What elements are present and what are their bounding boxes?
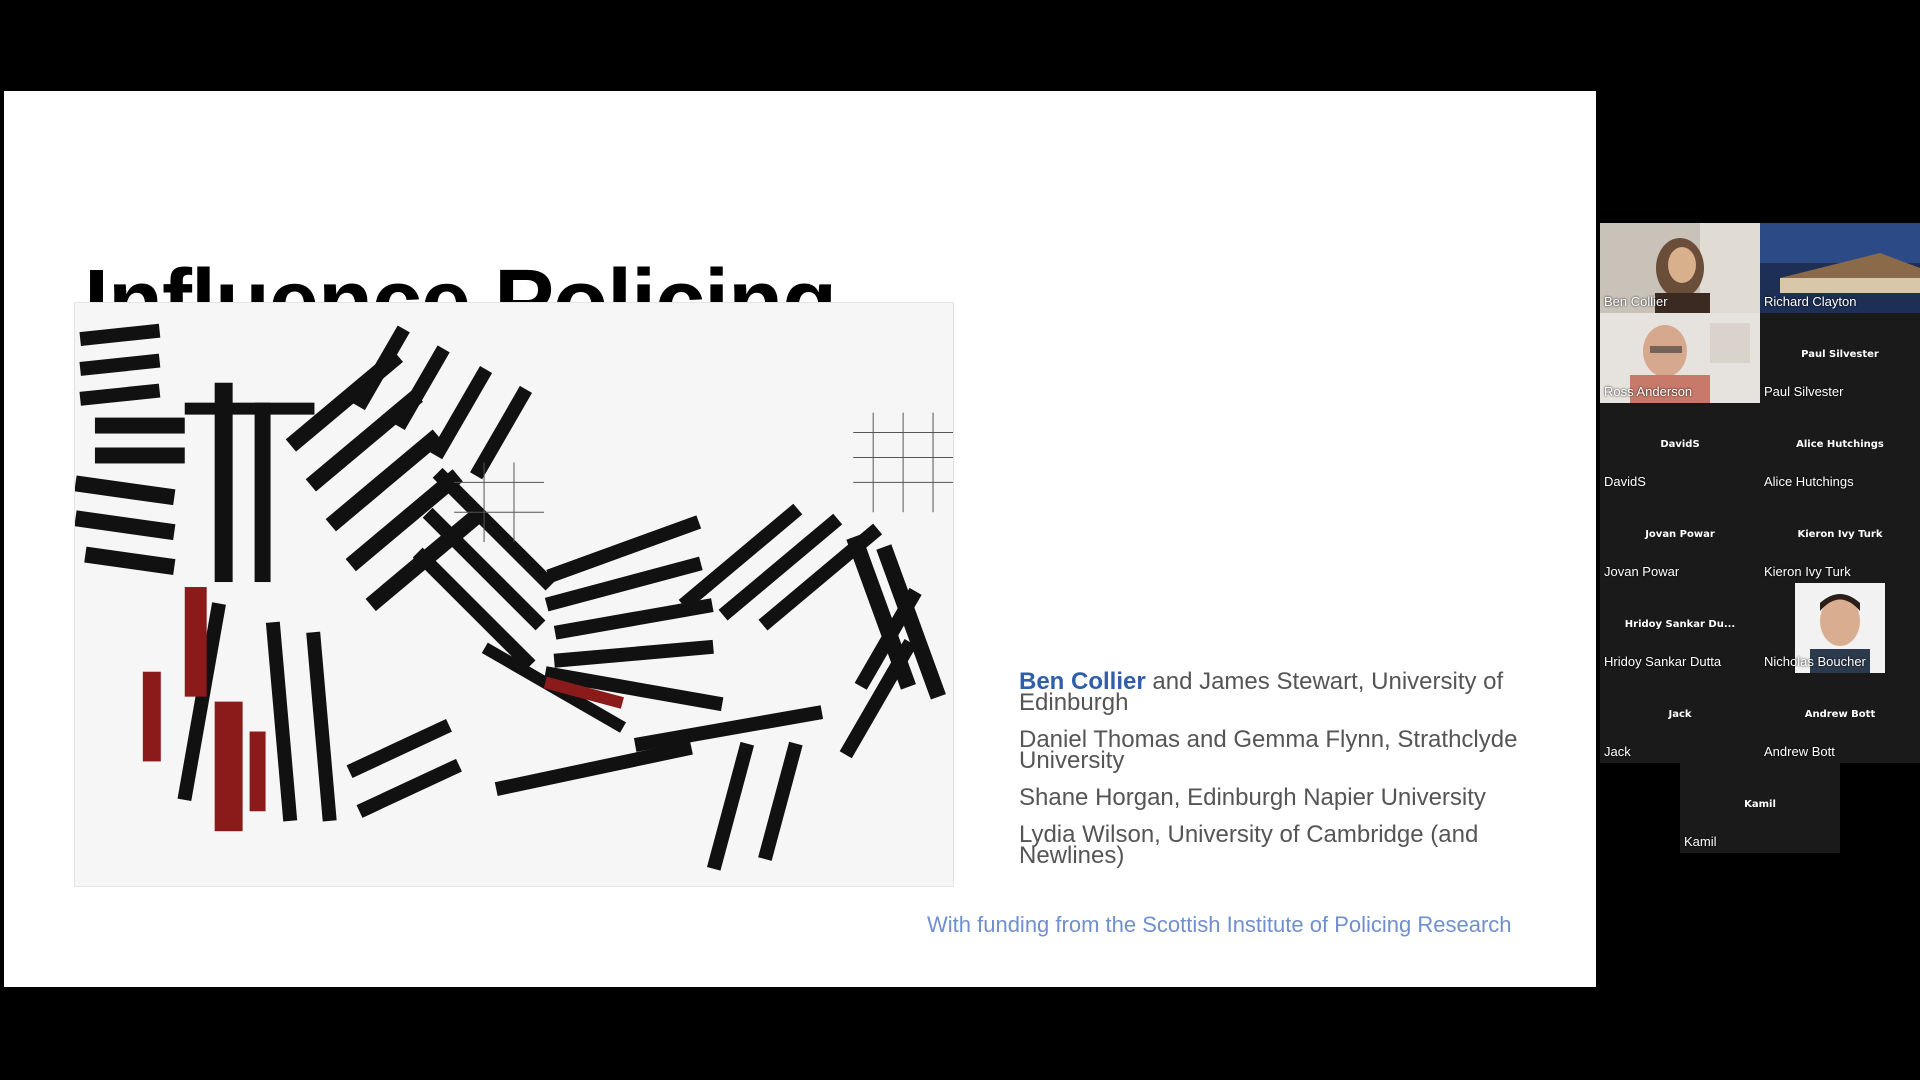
dazzle-artwork-image — [74, 302, 954, 887]
participant-tile-nicholas-boucher[interactable]: Nicholas Boucher — [1760, 583, 1920, 673]
participant-name: Ross Anderson — [1604, 384, 1693, 399]
credit-line: Ben Collier and James Stewart, Universit… — [1019, 670, 1539, 715]
participant-name: Andrew Bott — [1764, 744, 1835, 759]
credits-block: Ben Collier and James Stewart, Universit… — [1019, 670, 1539, 882]
participant-tile-hridoy-sankar-dutta[interactable]: Hridoy Sankar Du... Hridoy Sankar Dutta — [1600, 583, 1760, 673]
participant-tile-kieron-ivy-turk[interactable]: Kieron Ivy Turk Kieron Ivy Turk — [1760, 493, 1920, 583]
participant-name: Kieron Ivy Turk — [1764, 564, 1851, 579]
participant-name: Richard Clayton — [1764, 294, 1857, 309]
credit-text: Lydia Wilson, University of Cambridge (a… — [1019, 821, 1479, 869]
participant-center-name: DavidS — [1660, 439, 1700, 450]
participant-tile-ben-collier[interactable]: Ben Collier — [1600, 223, 1760, 313]
participant-name: Hridoy Sankar Dutta — [1604, 654, 1722, 669]
participant-center-name: Kamil — [1744, 799, 1776, 810]
participant-name: Alice Hutchings — [1764, 474, 1854, 489]
participant-name: Ben Collier — [1604, 294, 1668, 309]
credit-line: Shane Horgan, Edinburgh Napier Universit… — [1019, 784, 1539, 811]
participant-name: Jack — [1604, 744, 1631, 759]
participant-tile-davids[interactable]: DavidS DavidS — [1600, 403, 1760, 493]
credit-line: Lydia Wilson, University of Cambridge (a… — [1019, 821, 1539, 869]
participant-tile-jack[interactable]: Jack Jack — [1600, 673, 1760, 763]
participant-name: DavidS — [1604, 474, 1646, 489]
credit-line: Daniel Thomas and Gemma Flynn, Strathcly… — [1019, 726, 1539, 774]
participant-tile-paul-silvester[interactable]: Paul Silvester Paul Silvester — [1760, 313, 1920, 403]
participant-name: Jovan Powar — [1604, 564, 1680, 579]
credit-text: Daniel Thomas and Gemma Flynn, Strathcly… — [1019, 726, 1518, 774]
participant-tile-kamil[interactable]: Kamil Kamil — [1680, 763, 1840, 853]
participant-center-name: Paul Silvester — [1801, 349, 1879, 360]
participant-tile-richard-clayton[interactable]: Richard Clayton — [1760, 223, 1920, 313]
participant-tile-jovan-powar[interactable]: Jovan Powar Jovan Powar — [1600, 493, 1760, 583]
participant-center-name: Kieron Ivy Turk — [1797, 529, 1883, 540]
participant-tile-andrew-bott[interactable]: Andrew Bott Andrew Bott — [1760, 673, 1920, 763]
participant-tile-ross-anderson[interactable]: Ross Anderson — [1600, 313, 1760, 403]
credit-text: Shane Horgan, Edinburgh Napier Universit… — [1019, 784, 1486, 811]
funding-note: With funding from the Scottish Institute… — [927, 912, 1512, 937]
participant-tile-alice-hutchings[interactable]: Alice Hutchings Alice Hutchings — [1760, 403, 1920, 493]
participant-center-name: Alice Hutchings — [1796, 439, 1884, 450]
participant-name: Paul Silvester — [1764, 384, 1844, 399]
participant-center-name: Hridoy Sankar Du... — [1624, 619, 1736, 630]
presentation-slide: Influence Policing — [4, 91, 1596, 987]
participant-name: Nicholas Boucher — [1764, 654, 1866, 669]
participant-center-name: Jack — [1668, 709, 1692, 720]
participant-center-name: Andrew Bott — [1804, 709, 1876, 720]
participant-center-name: Jovan Powar — [1645, 529, 1715, 540]
participant-name: Kamil — [1684, 834, 1717, 849]
